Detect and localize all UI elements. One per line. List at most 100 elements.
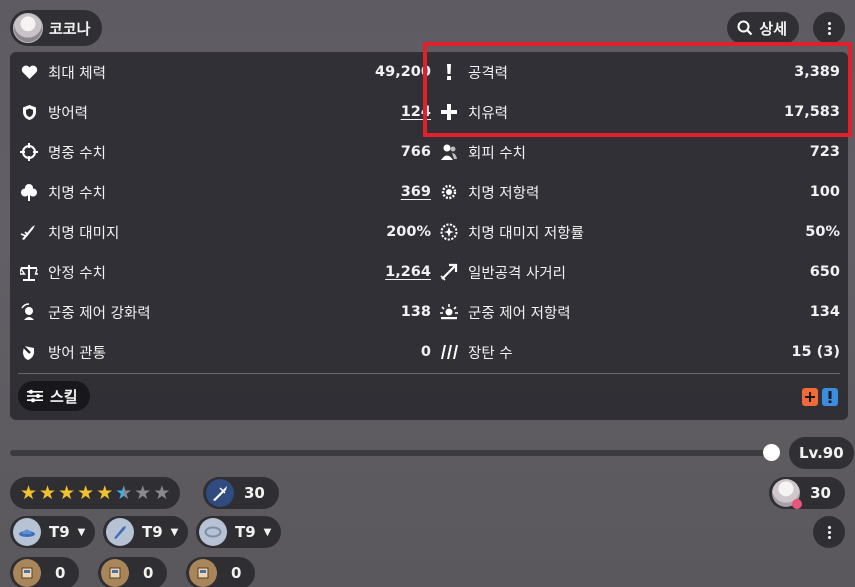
stat-row-cc-resist: 군중 제어 저항력 134 (438, 292, 840, 332)
stat-value-link[interactable]: 369 (401, 184, 431, 200)
cc-power-icon (18, 301, 40, 323)
stat-value: 766 (400, 144, 431, 160)
count-value: 0 (55, 564, 66, 582)
book-icon (189, 559, 217, 587)
affection-pill[interactable]: 30 (769, 477, 845, 509)
stat-row-evasion: 회피 수치 723 (438, 132, 840, 172)
stat-value: 100 (809, 184, 840, 200)
evasion-icon (438, 141, 460, 163)
weapon-icon (206, 479, 234, 507)
necklace-gear-icon (199, 518, 227, 546)
stat-label: 방어 관통 (48, 345, 106, 362)
skill-label: 스킬 (50, 387, 78, 406)
stat-value: 0 (420, 344, 431, 360)
crit-damage-resist-icon (438, 221, 460, 243)
weapon-level: 30 (244, 484, 265, 502)
clover-icon (18, 181, 40, 203)
item-count-2[interactable]: 0 (98, 557, 168, 587)
stat-row-stability: 안정 수치 1,264 (18, 252, 431, 292)
heal-role-icon (802, 388, 818, 406)
armor-pierce-icon (18, 341, 40, 363)
divider (18, 373, 840, 374)
star-icon: ★ (20, 481, 38, 504)
crit-damage-icon (18, 221, 40, 243)
level-label: Lv.90 (799, 444, 844, 462)
item-count-1[interactable]: 0 (10, 557, 80, 587)
empty-star-icon: ★ (153, 481, 171, 504)
stat-label: 일반공격 사거리 (468, 265, 566, 282)
count-value: 0 (143, 564, 154, 582)
gear-tier-hat[interactable]: T9 ▼ (10, 516, 96, 548)
stat-label: 명중 수치 (48, 145, 106, 162)
alert-role-icon (822, 388, 838, 406)
scale-icon (18, 261, 40, 283)
stat-label: 최대 체력 (48, 65, 106, 82)
stat-row-crit-damage-resist: 치명 대미지 저항률 50% (438, 212, 840, 252)
stat-label: 방어력 (48, 105, 89, 122)
stat-row-ammo: 장탄 수 15 (3) (438, 332, 840, 372)
star-icon: ★ (58, 481, 76, 504)
stat-label: 장탄 수 (468, 345, 513, 362)
stat-label: 치명 대미지 저항률 (468, 225, 584, 242)
stat-value: 15 (3) (791, 344, 840, 360)
star-rating[interactable]: ★ ★ ★ ★ ★ ★ ★ ★ (10, 477, 181, 509)
ammo-icon (438, 341, 460, 363)
stat-value: 650 (809, 264, 840, 280)
detail-label: 상세 (759, 19, 787, 38)
search-icon (737, 20, 753, 36)
gear-tier-gloves[interactable]: T9 ▼ (103, 516, 189, 548)
stat-label: 군중 제어 강화력 (48, 305, 151, 322)
weapon-level-pill[interactable]: 30 (203, 477, 279, 509)
star-icon: ★ (77, 481, 95, 504)
stat-label: 치명 저항력 (468, 185, 540, 202)
stat-row-crit-damage: 치명 대미지 200% (18, 212, 431, 252)
gear-more-button[interactable] (813, 516, 845, 548)
empty-star-icon: ★ (134, 481, 152, 504)
star-icon: ★ (96, 481, 114, 504)
stat-row-accuracy: 명중 수치 766 (18, 132, 431, 172)
gloves-gear-icon (106, 518, 134, 546)
shield-icon (18, 101, 40, 123)
affection-level: 30 (810, 484, 831, 502)
dropdown-arrow-icon: ▼ (170, 526, 179, 538)
stat-row-cc-power: 군중 제어 강화력 138 (18, 292, 431, 332)
tier-label: T9 (142, 523, 163, 541)
stat-row-range: 일반공격 사거리 650 (438, 252, 840, 292)
book-icon (101, 559, 129, 587)
stat-label: 회피 수치 (468, 145, 526, 162)
level-badge: Lv.90 (789, 437, 854, 469)
half-star-icon: ★ (115, 481, 133, 504)
more-options-button[interactable] (813, 12, 845, 44)
stat-row-armor-pierce: 방어 관통 0 (18, 332, 431, 372)
affection-avatar (772, 479, 803, 509)
stat-row-defense: 방어력 124 (18, 92, 431, 132)
character-name: 코코나 (49, 19, 91, 38)
cc-resist-icon (438, 301, 460, 323)
dropdown-arrow-icon: ▼ (263, 526, 272, 538)
item-count-3[interactable]: 0 (186, 557, 256, 587)
heart-icon (18, 61, 40, 83)
stat-row-max-hp: 최대 체력 49,200 (18, 52, 431, 92)
stat-row-crit: 치명 수치 369 (18, 172, 431, 212)
level-slider-thumb[interactable] (763, 444, 780, 461)
tier-label: T9 (235, 523, 256, 541)
character-pill[interactable]: 코코나 (10, 10, 103, 46)
detail-button[interactable]: 상세 (727, 12, 799, 44)
level-slider-track[interactable] (10, 450, 772, 456)
stat-value: 134 (809, 304, 840, 320)
range-icon (438, 261, 460, 283)
more-icon (827, 525, 831, 539)
stat-label: 군중 제어 저항력 (468, 305, 571, 322)
stat-value: 200% (386, 224, 431, 240)
stat-value-link[interactable]: 1,264 (385, 264, 431, 280)
dropdown-arrow-icon: ▼ (77, 526, 86, 538)
role-badges (802, 388, 838, 406)
hat-gear-icon (13, 518, 41, 546)
stat-value: 138 (400, 304, 431, 320)
stat-label: 안정 수치 (48, 265, 106, 282)
tier-label: T9 (49, 523, 70, 541)
crosshair-icon (18, 141, 40, 163)
top-bar: 코코나 상세 (10, 10, 845, 46)
skill-button[interactable]: 스킬 (18, 381, 90, 411)
gear-tier-necklace[interactable]: T9 ▼ (196, 516, 282, 548)
